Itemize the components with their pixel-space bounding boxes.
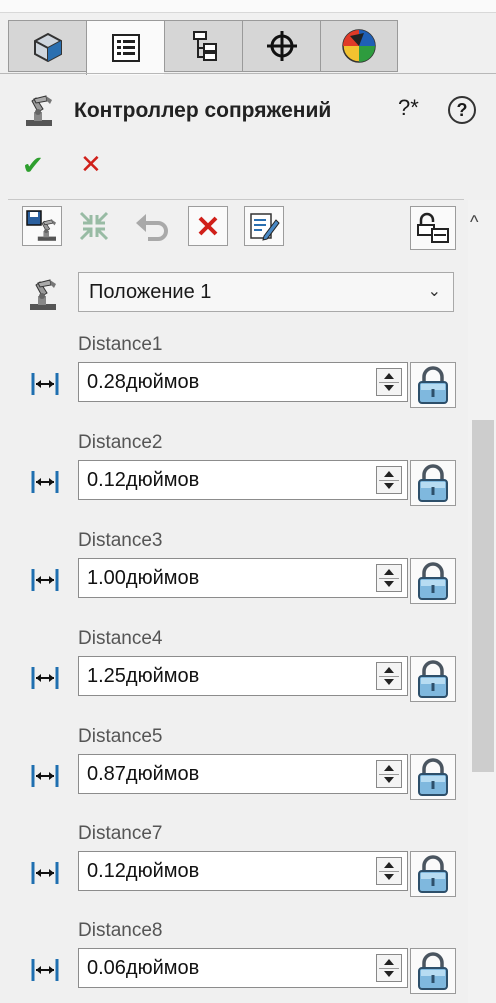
padlock-icon — [415, 757, 451, 797]
top-strip — [0, 0, 496, 13]
distance-value-field[interactable]: 0.06дюймов — [78, 948, 408, 988]
edit-button[interactable] — [244, 206, 284, 246]
padlock-icon — [415, 951, 451, 991]
padlock-icon — [415, 365, 451, 405]
value-spinner[interactable] — [376, 368, 402, 396]
value-spinner[interactable] — [376, 857, 402, 885]
distance-value-field[interactable]: 0.87дюймов — [78, 754, 408, 794]
property-list-icon — [111, 34, 140, 62]
distance-mate-icon — [30, 859, 60, 887]
collapse-arrows-icon — [79, 211, 109, 241]
distance-mate-icon — [30, 664, 60, 692]
robot-save-icon — [26, 210, 57, 242]
page-title: Контроллер сопряжений — [74, 99, 332, 122]
undo-button[interactable] — [132, 206, 172, 246]
distance-mate-icon — [30, 468, 60, 496]
value-spinner[interactable] — [376, 662, 402, 690]
collapse-button[interactable] — [74, 206, 114, 246]
mate-controller-toolbar — [22, 206, 462, 252]
scrollbar-thumb[interactable] — [472, 420, 494, 772]
padlock-icon — [415, 854, 451, 894]
distance-row: Distance1 0.28дюймов — [22, 334, 462, 414]
padlock-icon — [415, 659, 451, 699]
position-select-value: Положение 1 — [89, 281, 212, 303]
panel-divider — [8, 199, 464, 200]
property-header: Контроллер сопряжений ?* ? — [0, 90, 496, 134]
distance-mate-icon — [30, 370, 60, 398]
tab-feature-manager[interactable] — [8, 20, 86, 72]
lock-toggle-button[interactable] — [410, 948, 456, 994]
distance-label: Distance7 — [78, 823, 163, 844]
padlock-icon — [415, 561, 451, 601]
edit-note-icon — [250, 213, 280, 241]
lock-toggle-button[interactable] — [410, 558, 456, 604]
tab-property-manager[interactable] — [86, 20, 164, 75]
delete-x-icon — [198, 216, 218, 236]
tab-dimxpert-manager[interactable] — [242, 20, 320, 72]
distance-row: Distance5 0.87дюймов — [22, 726, 462, 806]
cancel-button[interactable]: ✕ — [80, 149, 102, 180]
distance-label: Distance4 — [78, 628, 163, 649]
distance-label: Distance2 — [78, 432, 163, 453]
lock-all-button[interactable] — [410, 206, 456, 250]
part-cube-icon — [33, 32, 62, 63]
delete-button[interactable] — [188, 206, 228, 246]
crosshair-icon — [266, 31, 297, 61]
distance-value-field[interactable]: 1.25дюймов — [78, 656, 408, 696]
undo-arrow-icon — [136, 214, 168, 241]
value-spinner[interactable] — [376, 760, 402, 788]
distance-row: Distance3 1.00дюймов — [22, 530, 462, 610]
chevron-down-icon: ⌄ — [427, 283, 441, 300]
lock-toggle-button[interactable] — [410, 656, 456, 702]
padlock-open-icon — [417, 212, 449, 243]
scroll-up-icon[interactable]: ^ — [470, 212, 478, 233]
whats-new-help-icon[interactable]: ?* — [398, 95, 419, 121]
lock-toggle-button[interactable] — [410, 754, 456, 800]
lock-toggle-button[interactable] — [410, 851, 456, 897]
color-wheel-icon — [342, 29, 376, 63]
tab-display-manager[interactable] — [320, 20, 398, 72]
ok-button[interactable]: ✔ — [22, 150, 44, 181]
distance-label: Distance8 — [78, 920, 163, 941]
position-robot-icon — [26, 276, 62, 312]
lock-toggle-button[interactable] — [410, 362, 456, 408]
help-icon[interactable]: ? — [448, 96, 476, 124]
mate-controller-icon — [22, 92, 58, 128]
distance-row: Distance8 0.06дюймов — [22, 920, 462, 1000]
distance-mate-icon — [30, 566, 60, 594]
distance-value-field[interactable]: 0.12дюймов — [78, 851, 408, 891]
value-spinner[interactable] — [376, 564, 402, 592]
distance-value-field[interactable]: 0.12дюймов — [78, 460, 408, 500]
value-spinner[interactable] — [376, 954, 402, 982]
value-spinner[interactable] — [376, 466, 402, 494]
save-position-button[interactable] — [22, 206, 62, 246]
configuration-tree-icon — [192, 31, 217, 61]
distance-row: Distance4 1.25дюймов — [22, 628, 462, 708]
position-row: Положение 1 ⌄ — [22, 268, 462, 316]
distance-label: Distance1 — [78, 334, 163, 355]
manager-tabs — [8, 20, 408, 75]
distance-label: Distance5 — [78, 726, 163, 747]
distance-label: Distance3 — [78, 530, 163, 551]
distance-row: Distance2 0.12дюймов — [22, 432, 462, 512]
lock-toggle-button[interactable] — [410, 460, 456, 506]
position-select[interactable]: Положение 1 ⌄ — [78, 272, 454, 312]
distance-value-field[interactable]: 0.28дюймов — [78, 362, 408, 402]
distance-mate-icon — [30, 762, 60, 790]
padlock-icon — [415, 463, 451, 503]
distance-mate-icon — [30, 956, 60, 984]
tab-divider — [0, 73, 496, 74]
distance-value-field[interactable]: 1.00дюймов — [78, 558, 408, 598]
distance-row: Distance7 0.12дюймов — [22, 823, 462, 903]
tab-configuration-manager[interactable] — [164, 20, 242, 72]
